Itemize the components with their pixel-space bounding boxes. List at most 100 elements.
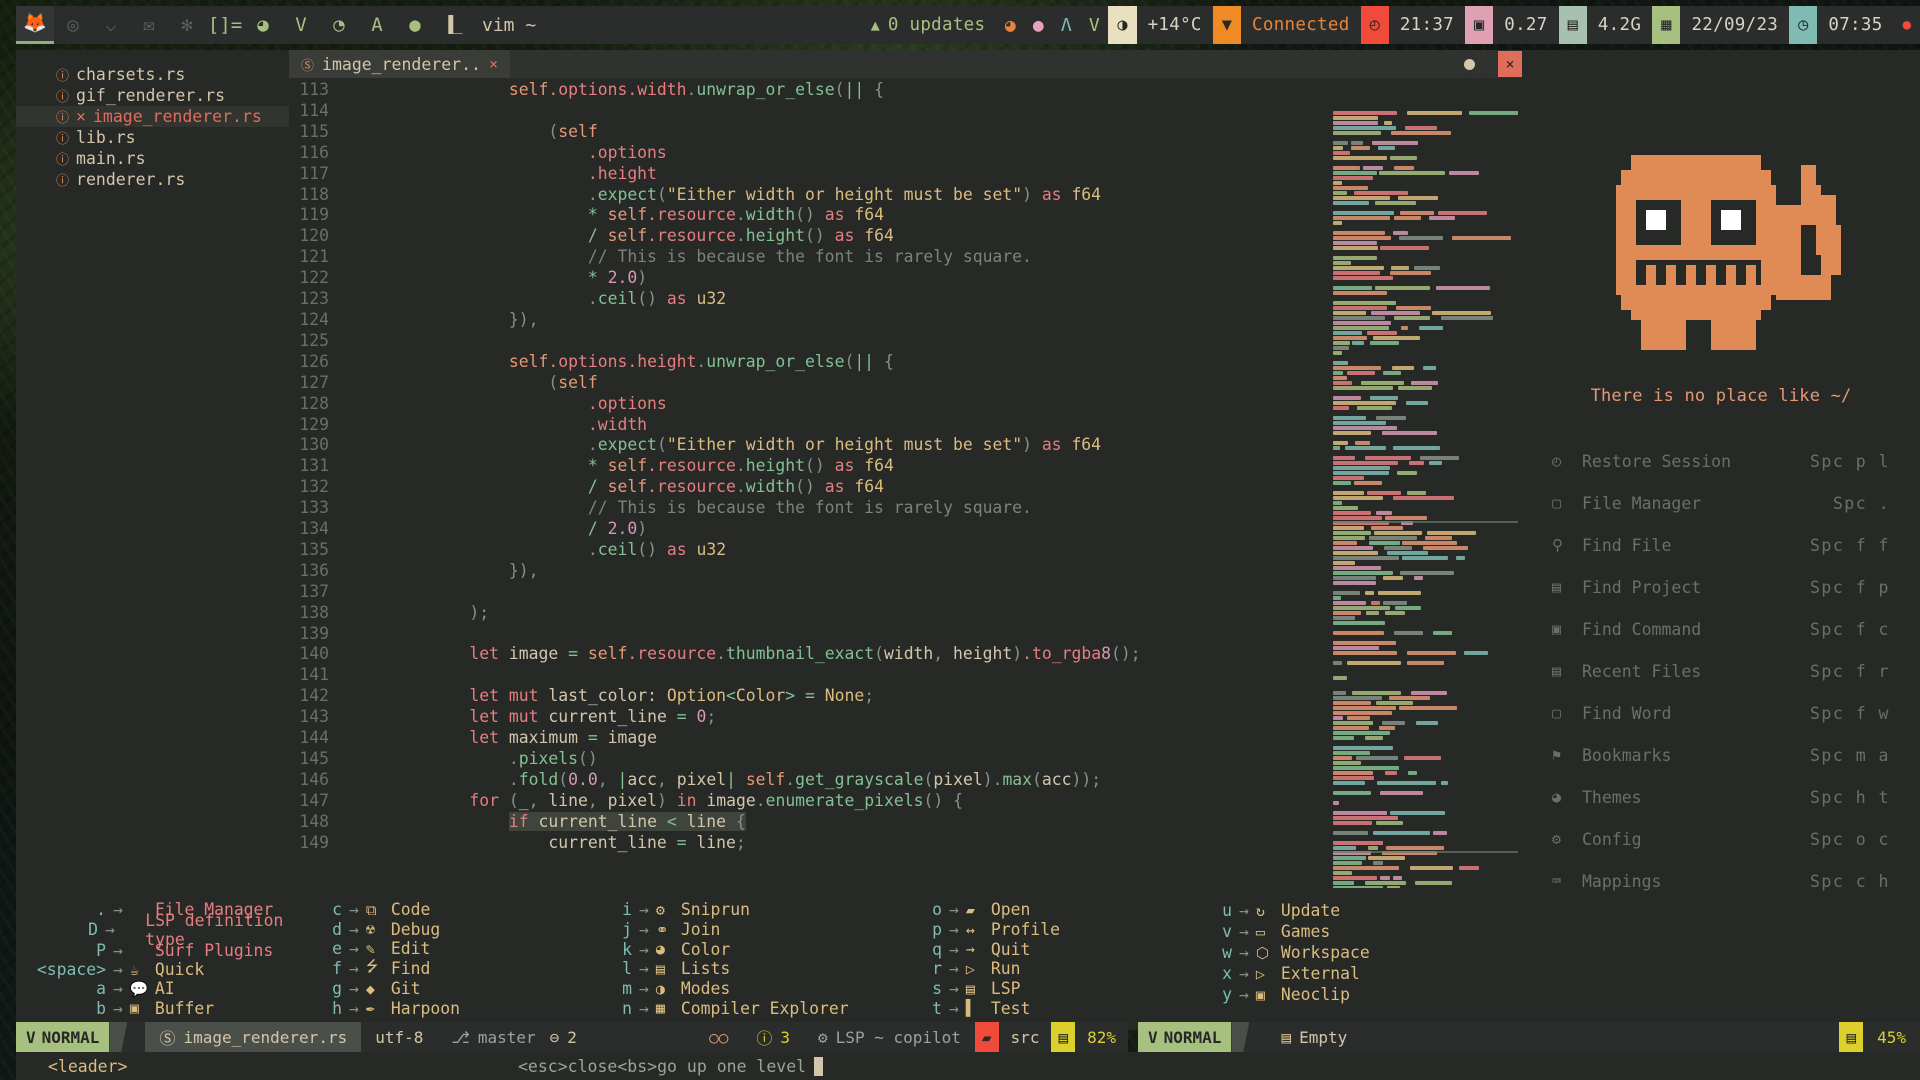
which-key-item[interactable]: n → ▦ Compiler Explorer [606,998,916,1018]
which-key-item[interactable]: s → ▤ LSP [916,979,1206,999]
workspace-label[interactable]: vim ~ [472,15,546,36]
uptime-icon-box[interactable]: ◷ [1789,6,1818,44]
which-key-item[interactable]: f → ⭍ Find [316,957,606,979]
file-tree-item[interactable]: ⓘ main.rs [16,148,289,169]
download-icon[interactable]: ⌵ [92,6,130,44]
firefox-icon[interactable]: 🦊 [16,6,54,44]
minimap-line [1333,261,1352,265]
which-key-item[interactable]: g → ◆ Git [316,979,606,998]
date-indicator[interactable]: 22/09/23 [1680,6,1789,44]
editor-tab-label: image_renderer.. [322,54,481,74]
which-key-item[interactable]: v → ▭ Games [1206,921,1506,942]
wifi-icon-box[interactable]: ▼ [1212,6,1242,44]
dashboard-item[interactable]: ◴ Restore Session Spc p l [1522,440,1920,482]
clock-icon-box[interactable]: ◴ [1360,6,1389,44]
settings-gear-icon[interactable]: ✻ [168,6,206,44]
code-viewport[interactable]: 113 self.options.width.unwrap_or_else(||… [289,78,1522,888]
chrome-icon[interactable]: ◎ [54,6,92,44]
dashboard-item[interactable]: ◕ Themes Spc h t [1522,776,1920,818]
dot-icon[interactable]: ● [396,6,434,44]
which-key-item[interactable]: x → ▷ External [1206,963,1506,984]
file-tree-item[interactable]: ⓘ gif_renderer.rs [16,85,289,106]
which-key-item[interactable]: <space> → ☕ Quick [16,960,316,979]
which-key-item[interactable]: h → ✒ Harpoon [316,999,606,1018]
minimap[interactable] [1333,106,1518,888]
arch-icon[interactable]: A [358,6,396,44]
which-key-icon: ⚭ [655,920,669,939]
command-line[interactable]: <leader> <esc> close <bs> go up one leve… [16,1052,1920,1080]
firefox-tray-icon[interactable]: ◕ [996,6,1024,44]
dashboard-item[interactable]: ⚙ Config Spc o c [1522,818,1920,860]
file-tree-item[interactable]: ⓘ charsets.rs [16,64,289,85]
ram-indicator[interactable]: 4.2G [1587,6,1652,44]
minimize-button[interactable] [1461,55,1491,73]
which-key-item[interactable]: j → ⚭ Join [606,920,916,940]
which-key-label: Test [990,998,1031,1018]
which-key-item[interactable]: p → ↔ Profile [916,920,1206,940]
which-key-item[interactable]: c → ⧉ Code [316,900,606,919]
uptime-indicator[interactable]: 07:35 [1817,6,1893,44]
minimap-line [1385,846,1444,850]
which-key-item[interactable]: a → 💬 AI [16,979,316,998]
status-diagnostics[interactable]: ⓘ 3 [742,1022,804,1052]
thunderbird-tray-icon[interactable]: ● [1024,6,1052,44]
which-key-item[interactable]: y → ▣ Neoclip [1206,984,1506,1005]
archupdate-tray-icon[interactable]: Λ [1052,6,1080,44]
dashboard-item[interactable]: ▤ Find Project Spc f p [1522,566,1920,608]
cpu-indicator[interactable]: 0.27 [1493,6,1558,44]
which-key-item[interactable]: D → LSP definition type [16,911,316,949]
which-key-item[interactable]: d → ☢ Debug [316,919,606,939]
thunderbird-icon[interactable]: ◕ [244,6,282,44]
which-key-item[interactable]: b → ▣ Buffer [16,999,316,1018]
which-key-item[interactable]: o → ▰ Open [916,900,1206,920]
date-icon-box[interactable]: ▦ [1652,6,1681,44]
vim-icon[interactable]: V [282,6,320,44]
dashboard-item[interactable]: ⚑ Bookmarks Spc m a [1522,734,1920,776]
minimap-line [1371,311,1420,315]
close-icon[interactable]: × [489,55,498,73]
which-key-item[interactable]: t → ▌ Test [916,998,1206,1018]
dashboard-item[interactable]: ▢ Find Word Spc f w [1522,692,1920,734]
which-key-item[interactable]: q → → Quit [916,939,1206,959]
which-key-item[interactable]: m → ◑ Modes [606,979,916,999]
file-explorer[interactable]: ⓘ charsets.rs ⓘ gif_renderer.rs ⓘ × image_rend… [16,50,289,888]
dashboard-item[interactable]: ⚲ Find File Spc f f [1522,524,1920,566]
file-tree-item[interactable]: ⓘ lib.rs [16,127,289,148]
which-key-item[interactable]: u → ↻ Update [1206,900,1506,921]
wifi-status[interactable]: Connected [1241,6,1361,44]
clock-indicator[interactable]: 21:37 [1389,6,1465,44]
dashboard-item[interactable]: ▤ Recent Files Spc f r [1522,650,1920,692]
status-lsp[interactable]: ⚙ LSP ~ copilot [804,1022,975,1052]
cpu-icon-box[interactable]: ▣ [1465,6,1494,44]
dashboard-item[interactable]: ⌨ Mappings Spc c h [1522,860,1920,902]
dashboard-item[interactable]: ▣ Find Command Spc f c [1522,608,1920,650]
which-key-item[interactable]: l → ▤ Lists [606,959,916,979]
firefox-dev-icon[interactable]: ◔ [320,6,358,44]
minimap-line [1353,191,1408,195]
which-key-item[interactable]: w → ⬡ Workspace [1206,942,1506,963]
brightness-indicator[interactable]: ◑ [1108,6,1137,44]
status-file[interactable]: Ⓢ image_renderer.rs [145,1022,362,1052]
status-copilot[interactable]: ○○ [695,1022,742,1052]
mail-icon[interactable]: ✉ [130,6,168,44]
workspace-terminal-icon[interactable]: ▐_ [434,6,472,44]
status-branch[interactable]: ⎇ master ⊖ 2 [437,1022,591,1052]
status-folder[interactable]: src [999,1022,1052,1052]
power-button[interactable]: ● [1894,6,1920,44]
file-tree-item[interactable]: ⓘ renderer.rs [16,169,289,190]
temperature-indicator[interactable]: +14°C [1137,6,1213,44]
which-key-item[interactable]: r → ▷ Run [916,959,1206,979]
dashboard-item[interactable]: ▢ File Manager Spc . [1522,482,1920,524]
file-tree-item[interactable]: ⓘ × image_renderer.rs [16,106,289,127]
which-key-item[interactable]: e → ✎ Edit [316,939,606,958]
status-buffer[interactable]: ▤ Empty [1267,1022,1361,1052]
editor-tab[interactable]: Ⓢ image_renderer.. × [289,50,510,78]
window-close-button[interactable]: × [1498,51,1522,77]
ram-icon-box[interactable]: ▤ [1558,6,1587,44]
updates-indicator[interactable]: ▲ 0 updates [860,6,997,44]
neovim-tray-icon[interactable]: V [1080,6,1108,44]
which-key-item[interactable]: i → ⚙ Sniprun [606,900,916,920]
which-key-item[interactable]: P → Surf Plugins [16,940,316,960]
which-key-item[interactable]: k → ◕ Color [606,939,916,959]
terminal-prompt-icon[interactable]: []= [206,6,244,44]
